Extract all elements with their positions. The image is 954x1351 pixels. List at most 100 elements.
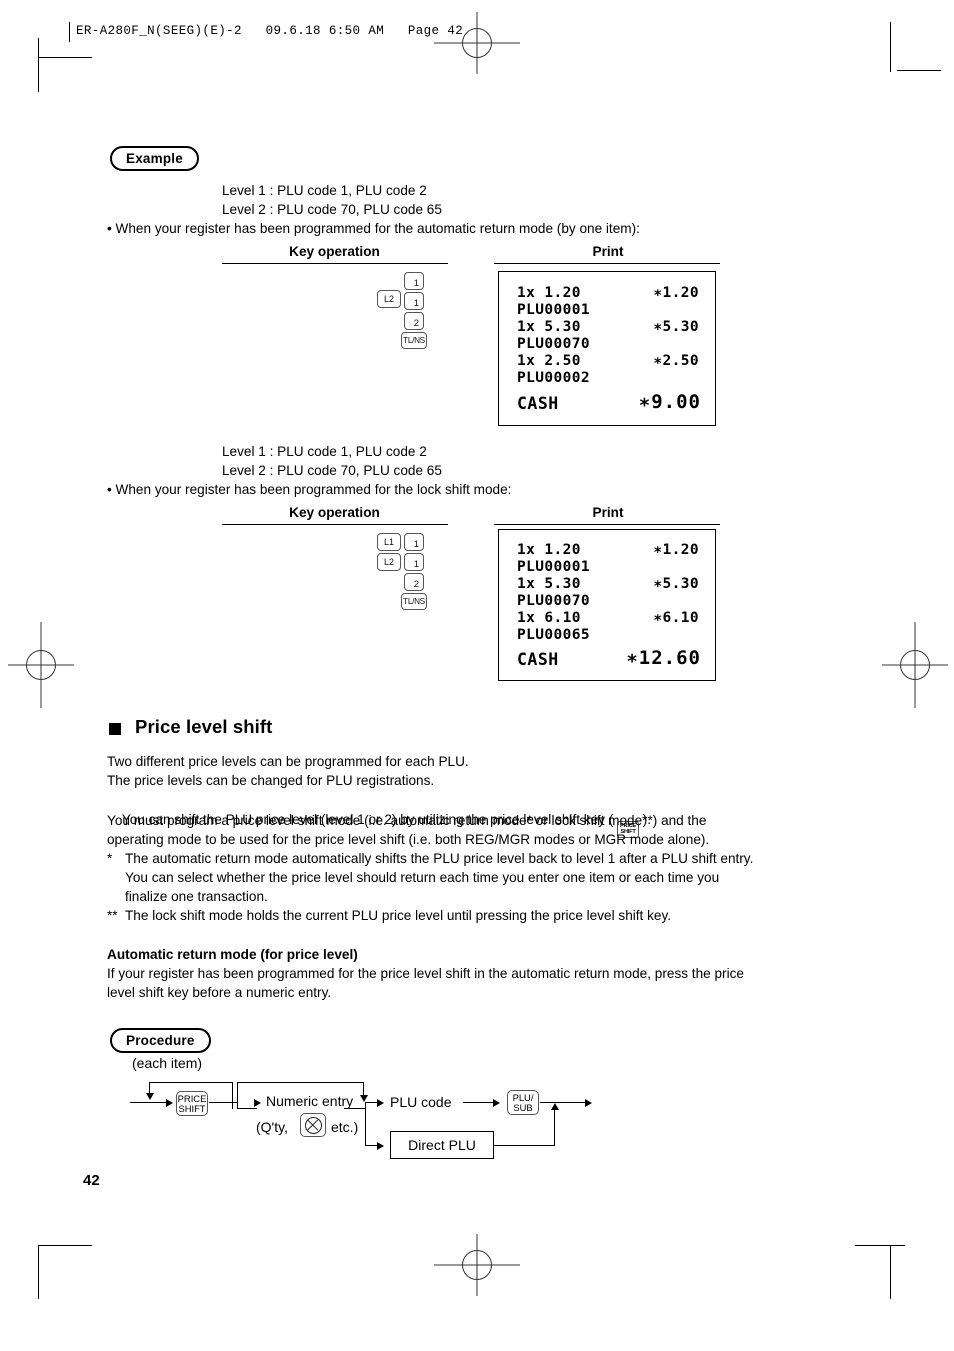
flow-line-loop-top [149,1082,233,1084]
flow-line-after-shift [209,1102,237,1104]
case2-level1-text: Level 1 : PLU code 1, PLU code 2 [222,444,427,459]
section-bullet-square [109,723,121,735]
flow-line-direct-plu-out [494,1145,555,1147]
receipt-total-value: ∗9.00 [638,391,701,413]
crop-mark-bl-v [38,1245,40,1299]
section-paragraph-4: You must program a price level shift mod… [107,813,707,828]
crop-mark-br-h [855,1245,905,1247]
auto-return-heading: Automatic return mode (for price level) [107,947,358,962]
case1-print-rule [494,263,720,264]
case1-level1-text: Level 1 : PLU code 1, PLU code 2 [222,183,427,198]
case2-key-operation-rule [222,524,448,525]
flow-arrow-entry [166,1098,173,1107]
numeric-entry-label: Numeric entry [266,1093,354,1109]
receipt-total-value: ∗12.60 [626,647,701,669]
flow-arrow-exit [585,1098,592,1107]
key-level1-shift[interactable]: L1 [377,533,401,551]
flow-line-split-vert [365,1102,367,1146]
receipt-line-left: 1x 6.10 [517,610,581,626]
receipt-line-left: 1x 5.30 [517,576,581,592]
section-paragraph-2: The price levels can be changed for PLU … [107,773,435,788]
section-paragraph-1: Two different price levels can be progra… [107,754,469,769]
plu-sub-key[interactable]: PLU/ SUB [507,1090,539,1115]
procedure-flow-diagram: (each item) PRICE SHIFT Numeric entry (Q… [130,1055,600,1165]
multiply-key-icon [304,1116,322,1134]
key-numeric-1b[interactable]: 1 [404,292,424,310]
qty-suffix-label: etc.) [331,1119,359,1135]
flow-line-plu-code-out [463,1102,495,1104]
receipt-line-left: 1x 1.20 [517,542,581,558]
receipt-line-left: PLU00002 [517,370,591,386]
page-header-info: ER-A280F_N(SEEG)(E)-2 09.6.18 6:50 AM Pa… [76,24,464,38]
page-number: 42 [83,1172,100,1189]
manual-page: ER-A280F_N(SEEG)(E)-2 09.6.18 6:50 AM Pa… [0,0,954,1351]
crop-mark-tr-h [897,70,941,72]
case2-receipt: 1x 1.20 ∗1.20 PLU00001 1x 5.30 ∗5.30 PLU00… [498,529,716,681]
receipt-line-left: 1x 2.50 [517,353,581,369]
header-left-rule [69,22,70,42]
receipt-line-right: ∗5.30 [653,576,699,592]
key-numeric-1b[interactable]: 1 [404,553,424,571]
plu-sub-key-bottom: SUB [513,1101,533,1113]
case2-print-rule [494,524,720,525]
flow-arrow-to-numeric [254,1098,261,1107]
case1-condition-text: • When your register has been programmed… [107,221,640,236]
receipt-line-left: PLU00001 [517,302,591,318]
price-shift-key[interactable]: PRICE SHIFT [176,1091,208,1116]
flow-line-bypass-top [237,1082,364,1084]
plu-sub-key-top: PLU/ [512,1091,534,1103]
flow-arrow-loop-down [146,1093,154,1100]
receipt-line-left: 1x 1.20 [517,285,581,301]
receipt-line-left: PLU00001 [517,559,591,575]
registration-mark-right [882,622,948,708]
flow-line-numeric-out [344,1108,366,1110]
case1-key-operation-header: Key operation [289,244,380,259]
plu-code-label: PLU code [390,1094,452,1110]
key-total-tlns-1[interactable]: TL/NS [401,332,427,349]
section-title: Price level shift [135,716,273,737]
each-item-label: (each item) [132,1055,203,1071]
crop-mark-tl-v [38,38,40,92]
key-numeric-1a[interactable]: 1 [404,533,424,551]
case2-level2-text: Level 2 : PLU code 70, PLU code 65 [222,463,442,478]
key-level2-shift[interactable]: L2 [377,290,401,308]
crop-mark-tl-h [38,57,92,59]
price-shift-key-bottom: SHIFT [178,1102,206,1114]
flow-arrow-direct-plu-up [551,1103,559,1110]
crop-mark-bl-h [38,1245,92,1247]
footnote-2-marker: ** [107,908,118,923]
flow-line-bypass-down [363,1082,365,1096]
flow-line-loop-right [232,1082,234,1109]
case1-receipt: 1x 1.20 ∗1.20 PLU00001 1x 5.30 ∗5.30 PLU00… [498,271,716,426]
receipt-total-label: CASH [517,650,559,669]
key-numeric-2[interactable]: 2 [404,573,424,591]
key-numeric-2[interactable]: 2 [404,312,424,330]
footnote-1-line-2: You can select whether the price level s… [125,870,720,885]
flow-arrow-to-plu-code [377,1098,384,1107]
multiply-key[interactable] [300,1113,326,1137]
case1-key-operation-rule [222,263,448,264]
flow-line-exit [540,1102,588,1104]
receipt-total-label: CASH [517,394,559,413]
key-numeric-1a[interactable]: 1 [404,272,424,290]
flow-line-direct-plu-up [554,1109,556,1146]
receipt-line-left: 1x 5.30 [517,319,581,335]
example-badge: Example [110,146,199,171]
key-total-tlns-2[interactable]: TL/NS [401,593,427,610]
procedure-badge: Procedure [110,1028,211,1053]
flow-arrow-to-direct-plu [377,1141,384,1150]
receipt-line-right: ∗6.10 [653,610,699,626]
case2-print-header: Print [592,505,624,520]
footnote-1-line-3: finalize one transaction. [125,889,268,904]
key-level2-shift[interactable]: L2 [377,553,401,571]
direct-plu-box[interactable]: Direct PLU [390,1131,494,1159]
auto-return-line-2: level shift key before a numeric entry. [107,985,332,1000]
crop-mark-br-v [890,1245,892,1299]
receipt-line-right: ∗2.50 [653,353,699,369]
case1-print-header: Print [592,244,624,259]
case2-condition-text: • When your register has been programmed… [107,482,512,497]
receipt-line-right: ∗5.30 [653,319,699,335]
footnote-1-marker: * [107,851,113,866]
direct-plu-label: Direct PLU [408,1137,476,1153]
receipt-line-left: PLU00070 [517,336,591,352]
